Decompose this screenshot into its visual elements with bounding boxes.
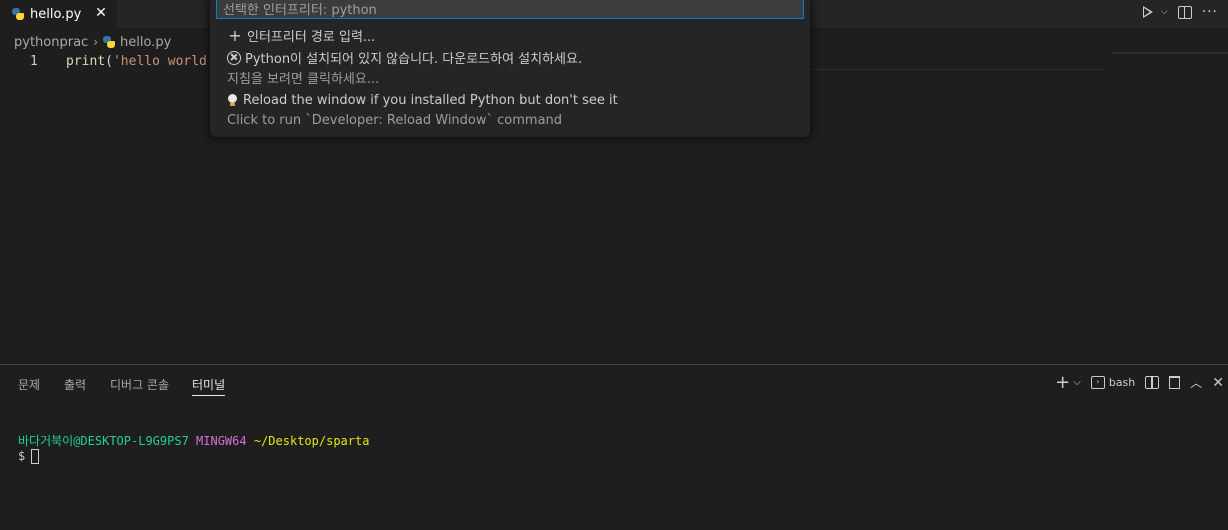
tab-terminal[interactable]: 터미널: [192, 376, 226, 396]
terminal-icon: ›: [1090, 376, 1105, 389]
terminal-system: MINGW64: [196, 434, 247, 448]
terminal-prompt: $: [18, 449, 26, 463]
line-number: 1: [30, 54, 38, 69]
breadcrumb-file[interactable]: hello.py: [120, 35, 171, 50]
code-string: 'hello world': [112, 54, 215, 69]
minimap[interactable]: [1112, 52, 1228, 54]
breadcrumb-folder[interactable]: pythonprac: [14, 35, 88, 50]
close-panel-icon[interactable]: ✕: [1212, 375, 1224, 391]
trash-icon[interactable]: [1169, 376, 1181, 389]
terminal-prompt-line: 바다거북이@DESKTOP-L9G9PS7 MINGW64 ~/Desktop/…: [18, 432, 369, 449]
breadcrumb: pythonprac › hello.py: [14, 33, 171, 51]
quick-pick-item-detail: 지침을 보려면 클릭하세요...: [227, 72, 380, 87]
run-button[interactable]: [1142, 6, 1159, 18]
quick-pick-item-detail: Click to run `Developer: Reload Window` …: [227, 113, 563, 128]
quick-pick-item-enter-path[interactable]: + 인터프리터 경로 입력...: [227, 26, 375, 45]
terminal-cursor: [31, 449, 40, 464]
tab-output[interactable]: 출력: [64, 376, 86, 396]
quick-pick-item-label: 인터프리터 경로 입력...: [247, 30, 376, 45]
tab-debug-console[interactable]: 디버그 콘솔: [110, 376, 169, 396]
new-terminal-button[interactable]: + ⌵: [1055, 371, 1081, 393]
editor-actions: ⌵ ···: [1142, 4, 1218, 20]
chevron-right-icon: ›: [93, 35, 98, 49]
code-paren-open: (: [105, 54, 113, 69]
python-file-icon: [12, 8, 24, 20]
quick-pick-item-reload-window[interactable]: Reload the window if you installed Pytho…: [227, 93, 618, 108]
run-dropdown-button[interactable]: ⌵: [1161, 7, 1168, 17]
vscode-window: hello.py ✕ ⌵ ··· pythonprac › hello.py 1…: [0, 0, 1228, 530]
terminal-name: bash: [1108, 376, 1136, 389]
quick-pick-item-label: Reload the window if you installed Pytho…: [243, 93, 618, 108]
code-line[interactable]: print('hello world'): [66, 54, 223, 69]
bottom-panel: 문제 출력 디버그 콘솔 터미널 + ⌵ › bash ︿ ✕ 바다거북이@DE…: [0, 364, 1228, 530]
quick-pick-item-install-python[interactable]: Python이 설치되어 있지 않습니다. 다운로드하여 설치하세요.: [227, 48, 582, 67]
more-actions-icon[interactable]: ···: [1202, 4, 1218, 20]
panel-actions: + ⌵ › bash ︿ ✕: [1055, 371, 1224, 393]
chevron-up-icon[interactable]: ︿: [1190, 374, 1202, 391]
tab-hello-py[interactable]: hello.py ✕: [0, 0, 117, 28]
quick-pick-input[interactable]: [216, 0, 804, 19]
terminal-user-host: 바다거북이@DESKTOP-L9G9PS7: [18, 434, 189, 448]
interpreter-quick-pick: + 인터프리터 경로 입력... Python이 설치되어 있지 않습니다. 다…: [210, 0, 810, 137]
tab-problems[interactable]: 문제: [18, 376, 40, 396]
tab-label: hello.py: [30, 6, 82, 22]
plus-icon: +: [1055, 371, 1071, 393]
terminal-path: ~/Desktop/sparta: [253, 434, 370, 448]
error-circle-icon: [227, 50, 241, 65]
code-function: print: [66, 54, 106, 69]
split-editor-icon: [1177, 5, 1192, 19]
chevron-down-icon: ⌵: [1073, 377, 1081, 388]
split-terminal-icon[interactable]: [1145, 376, 1160, 389]
close-tab-icon[interactable]: ✕: [93, 5, 109, 21]
python-file-icon: [103, 36, 115, 48]
terminal-selector[interactable]: › bash: [1090, 376, 1136, 389]
lightbulb-icon: [227, 94, 237, 107]
quick-pick-item-label: Python이 설치되어 있지 않습니다. 다운로드하여 설치하세요.: [245, 52, 583, 67]
terminal-input-line[interactable]: $: [18, 449, 40, 464]
split-editor-button[interactable]: [1177, 5, 1192, 19]
plus-icon: +: [228, 25, 242, 45]
